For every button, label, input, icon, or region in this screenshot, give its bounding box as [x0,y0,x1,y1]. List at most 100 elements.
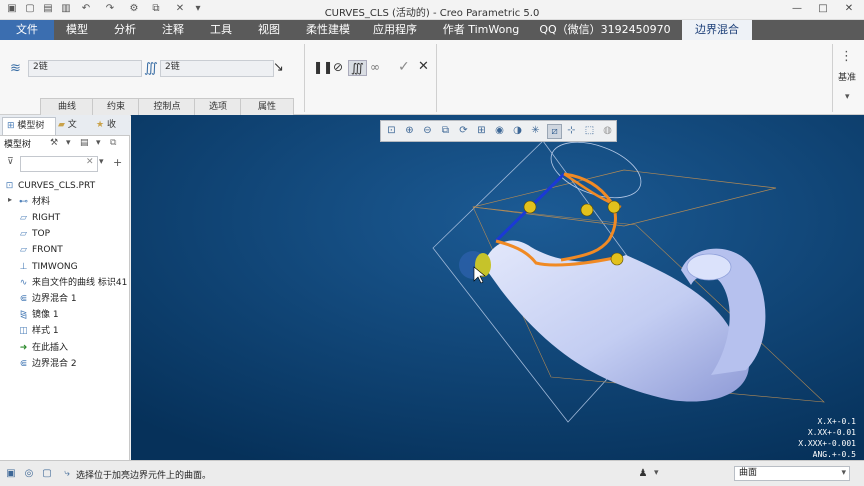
model-tree-panel: ⊞ 模型树 ▰ 文 ★ 收 模型树 ⚒ ▾ ▤ ▾ ⧉ ⊽ ✕ ▾ + ⊡ CUR… [0,115,130,460]
selection-filter-icon[interactable]: ♟ [636,467,650,481]
filter-select[interactable]: 曲面 ▾ [734,466,850,481]
datum-plane-icon: ▱ [20,213,27,223]
window-title: CURVES_CLS (活动的) - Creo Parametric 5.0 [324,8,540,19]
selection-filter-dropdown-icon[interactable]: ▾ [654,468,659,478]
message-icon: ⤷ [64,468,70,479]
tree-item-material[interactable]: ⊷ 材料 [18,195,50,209]
datum-dropdown-icon[interactable]: ▾ [845,92,850,102]
constraint-marker-2[interactable] [580,203,594,217]
tree-item-front[interactable]: ▱ FRONT [18,243,63,257]
model-tree-label: 模型树 [4,140,32,150]
menu-author[interactable]: 作者 TimWong [434,20,528,40]
datum-label[interactable]: 基准 [838,70,856,83]
first-direction-icon: ≋ [10,61,21,76]
tree-settings-icon[interactable]: ⚒ [50,138,58,148]
boundary-blend-icon: ⋐ [19,359,28,369]
status-bar: ▣ ◎ ▢ ⤷ 选择位于加亮边界元件上的曲面。 ♟ ▾ 曲面 ▾ [0,460,864,486]
spin-center-icon[interactable]: ⊹ [565,124,578,137]
constraint-marker-1[interactable] [523,200,537,214]
reorient-icon[interactable]: ⟳ [457,124,470,137]
menu-qq[interactable]: QQ（微信）3192450970 [538,20,672,40]
repaint-icon[interactable]: ⧉ [439,124,452,137]
glasses-preview-icon[interactable]: ∞ [370,60,380,74]
tree-settings-dropdown-icon[interactable]: ▾ [66,138,71,148]
tree-item-boundary-blend-2[interactable]: ⋐ 边界混合 2 [18,357,77,371]
zoom-in-icon[interactable]: ⊕ [403,124,416,137]
tab-model-tree[interactable]: ⊞ 模型树 [2,117,56,135]
close-button[interactable]: ✕ [842,2,856,16]
material-icon: ⊷ [19,197,28,207]
insert-here-arrow-icon: ➜ [19,343,28,353]
graphics-viewport[interactable]: ⊡ ⊕ ⊖ ⧉ ⟳ ⊞ ◉ ◑ ✳ ⧄ ⊹ ⬚ ◍ X.X+-0.1 X.XX+… [131,115,864,460]
add-filter-icon[interactable]: + [113,156,122,169]
tab-folder-browser[interactable]: ▰ 文 [54,117,94,134]
show-icon[interactable]: ⧉ [110,138,116,148]
constraint-marker-3[interactable] [607,200,621,214]
ok-icon[interactable]: ✓ [398,60,410,74]
no-preview-icon[interactable]: ⊘ [333,60,343,74]
expand-arrow-icon[interactable]: ▸ [8,195,12,204]
filter-dropdown-icon[interactable]: ▾ [841,467,846,480]
cancel-icon[interactable]: ✕ [418,60,429,74]
menu-applications[interactable]: 应用程序 [366,20,424,40]
minimize-button[interactable]: — [790,2,804,16]
filter-icon[interactable]: ⊽ [7,157,14,167]
second-direction-icon: ∭ [144,61,158,76]
search-dropdown-icon[interactable]: ▾ [99,157,104,167]
maximize-button[interactable]: □ [816,2,830,16]
refit-icon[interactable]: ⊡ [385,124,398,137]
tolerance-2: X.XX+-0.01 [807,428,856,437]
menu-model[interactable]: 模型 [56,20,98,40]
view-toolbar: ⊡ ⊕ ⊖ ⧉ ⟳ ⊞ ◉ ◑ ✳ ⧄ ⊹ ⬚ ◍ [380,120,617,142]
clear-search-icon[interactable]: ✕ [86,157,94,167]
tree-item-insert-here[interactable]: ➜ 在此插入 [18,341,68,355]
tree-item-mirror-1[interactable]: ⧎ 镜像 1 [18,308,59,322]
first-direction-field[interactable]: 2链 [28,60,142,77]
datum-display-icon[interactable]: ✳ [529,124,542,137]
saved-orientations-icon[interactable]: ⊞ [475,124,488,137]
tree-columns-dropdown-icon[interactable]: ▾ [96,138,101,148]
show-navigator-icon[interactable]: ▣ [4,467,18,481]
annotation-display-icon[interactable]: ⧄ [547,124,562,139]
pause-display-icon[interactable]: ◍ [601,124,614,137]
display-style-icon[interactable]: ◑ [511,124,524,137]
view-manager-icon[interactable]: ◉ [493,124,506,137]
second-direction-field[interactable]: 2链 [160,60,274,77]
menu-flexible-modeling[interactable]: 柔性建模 [300,20,356,40]
tree-item-style-1[interactable]: ◫ 样式 1 [18,324,58,338]
tab-constraints[interactable]: 约束 [92,98,140,116]
tree-item-boundary-blend-1[interactable]: ⋐ 边界混合 1 [18,292,77,306]
tree-item-right[interactable]: ▱ RIGHT [18,211,60,225]
datum-plane-icon: ▱ [20,245,27,255]
approximate-blend-icon[interactable]: ↘ [273,61,284,75]
model-canvas[interactable] [131,115,864,460]
tab-properties[interactable]: 属性 [240,98,294,116]
model-tree-tab-icon: ⊞ [7,121,15,131]
pipe-end-cap [686,253,732,281]
tab-control-points[interactable]: 控制点 [138,98,196,116]
pause-icon[interactable]: ❚❚ [313,60,333,74]
full-screen-icon[interactable]: ▢ [40,467,54,481]
tree-item-top[interactable]: ▱ TOP [18,227,50,241]
show-browser-icon[interactable]: ◎ [22,467,36,481]
datum-icon[interactable]: ⋮ [840,50,853,64]
tab-options[interactable]: 选项 [194,98,242,116]
tab-curves[interactable]: 曲线 [40,98,94,116]
verify-preview-icon[interactable]: ∭ [348,60,367,76]
zoom-out-icon[interactable]: ⊖ [421,124,434,137]
constraint-marker-4[interactable] [610,252,624,266]
tree-item-timwong[interactable]: ⊥ TIMWONG [18,260,78,274]
tab-favorites[interactable]: ★ 收 [92,117,130,134]
tree-item-imported-curves[interactable]: ∿ 来自文件的曲线 标识41 [18,276,128,290]
menu-tools[interactable]: 工具 [200,20,242,40]
tree-columns-icon[interactable]: ▤ [80,138,89,148]
dashboard-tabs: 曲线 约束 控制点 选项 属性 [40,98,300,116]
menu-file[interactable]: 文件 [0,20,54,40]
tolerance-3: X.XXX+-0.001 [798,439,856,448]
perspective-icon[interactable]: ⬚ [583,124,596,137]
tree-root[interactable]: ⊡ CURVES_CLS.PRT [4,179,95,193]
menu-view[interactable]: 视图 [248,20,290,40]
menu-boundary-blend[interactable]: 边界混合 [682,20,752,40]
menu-annotate[interactable]: 注释 [152,20,194,40]
menu-analysis[interactable]: 分析 [104,20,146,40]
